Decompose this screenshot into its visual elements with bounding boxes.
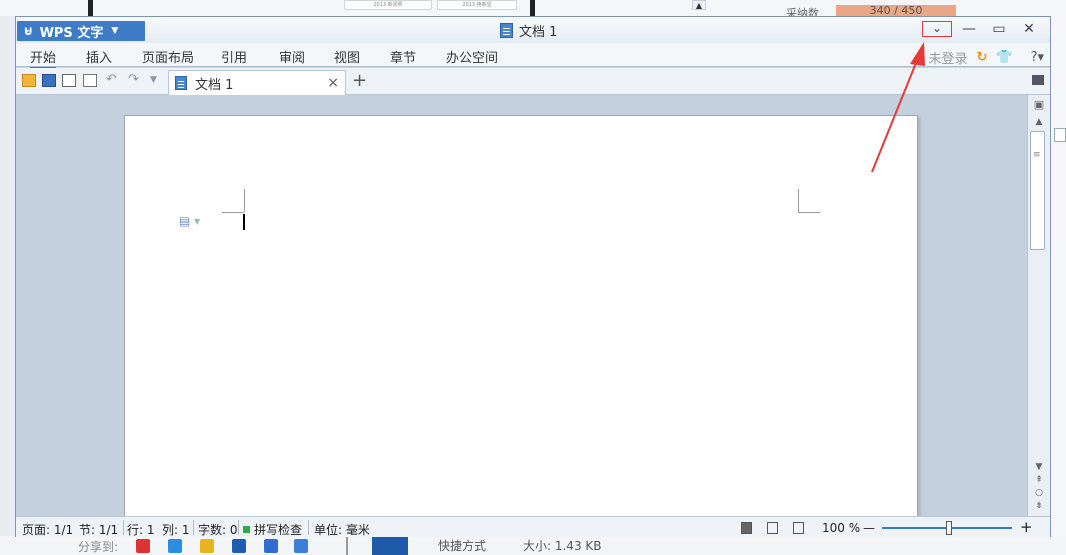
annotation-arrow-head (910, 42, 925, 66)
annotation-arrow (871, 42, 925, 173)
annotation-arrow-line (871, 57, 919, 173)
